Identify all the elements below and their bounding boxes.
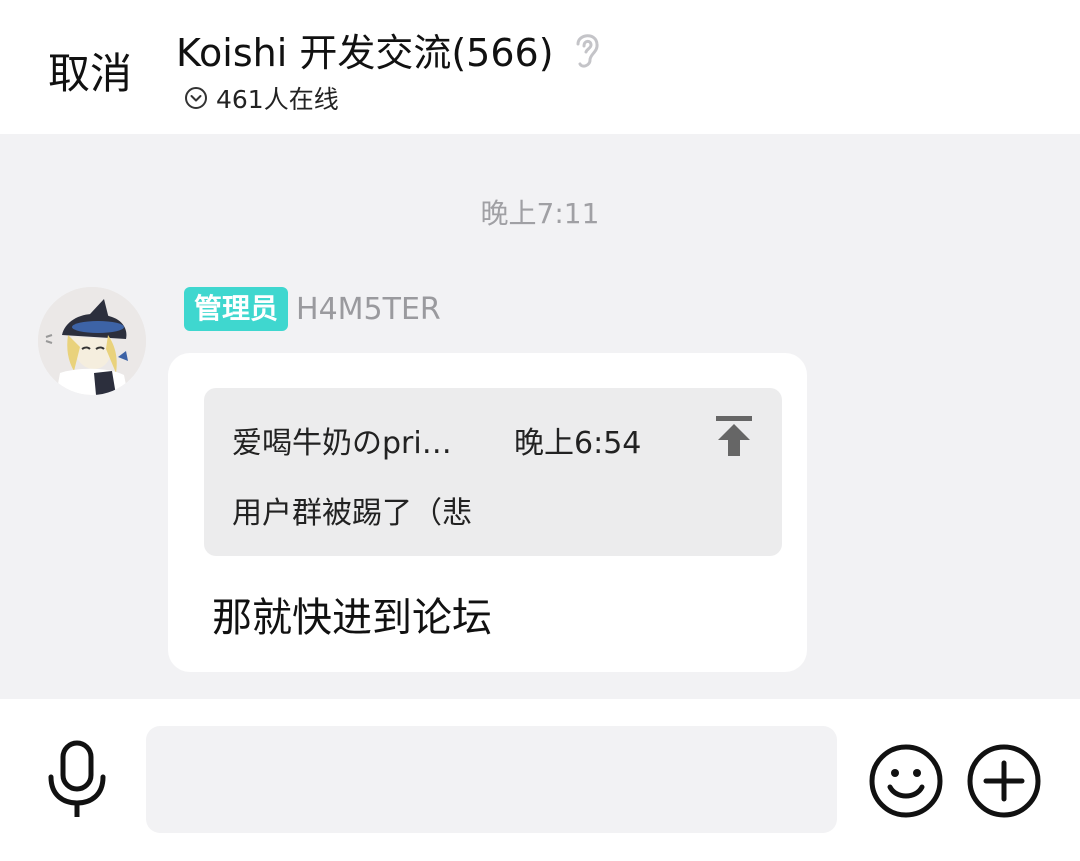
plus-circle-icon[interactable] bbox=[966, 743, 1042, 819]
ear-icon[interactable] bbox=[570, 28, 604, 72]
admin-badge: 管理员 bbox=[184, 287, 289, 331]
quote-author: 爱喝牛奶のpri… bbox=[232, 426, 452, 461]
input-bar bbox=[0, 699, 1080, 861]
microphone-icon[interactable] bbox=[44, 739, 110, 819]
message-bubble[interactable]: 爱喝牛奶のpri… 晚上6:54 用户群被踢了（悲 那就快进到论坛 bbox=[168, 353, 807, 672]
sender-name[interactable]: H4M5TER bbox=[296, 292, 441, 327]
quote-text: 用户群被踢了（悲 bbox=[232, 496, 472, 531]
jump-to-top-icon[interactable] bbox=[714, 414, 754, 458]
online-status[interactable]: 461人在线 bbox=[184, 80, 339, 116]
message-input[interactable] bbox=[146, 726, 837, 833]
title-row: Koishi 开发交流(566) bbox=[176, 22, 604, 77]
avatar[interactable] bbox=[38, 287, 146, 395]
sender-row: 管理员 H4M5TER bbox=[184, 287, 441, 331]
message-list[interactable]: 晚上7:11 管理员 H4M5TER 爱喝牛奶のpri… 晚上6:54 用户群被… bbox=[0, 134, 1080, 699]
cancel-button[interactable]: 取消 bbox=[48, 40, 132, 101]
quote-time: 晚上6:54 bbox=[514, 426, 642, 461]
avatar-image bbox=[38, 287, 146, 395]
message-text: 那就快进到论坛 bbox=[212, 595, 492, 641]
smiley-icon[interactable] bbox=[868, 743, 944, 819]
group-title[interactable]: Koishi 开发交流(566) bbox=[176, 22, 554, 77]
time-separator: 晚上7:11 bbox=[480, 197, 600, 230]
quoted-message[interactable]: 爱喝牛奶のpri… 晚上6:54 用户群被踢了（悲 bbox=[204, 388, 782, 556]
online-count: 461人在线 bbox=[216, 85, 339, 114]
chevron-down-circle-icon bbox=[185, 87, 207, 109]
chat-header: 取消 Koishi 开发交流(566) 461人在线 bbox=[0, 0, 1080, 134]
